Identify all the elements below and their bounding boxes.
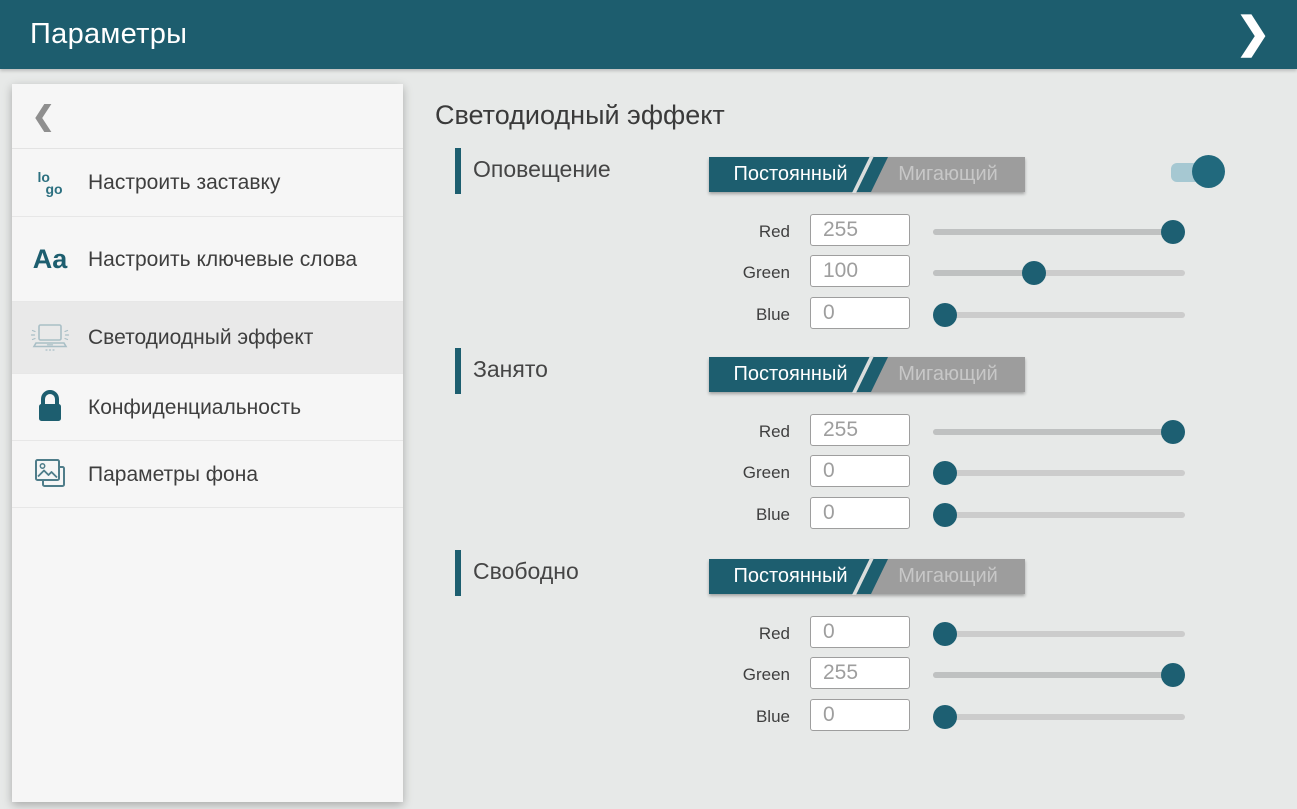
sidebar-item-label: Настроить заставку — [88, 169, 378, 196]
blue-value-input[interactable] — [810, 497, 910, 529]
green-slider[interactable] — [933, 455, 1185, 491]
sidebar-collapse-button[interactable]: ❮ — [12, 84, 403, 149]
sidebar-item-keywords[interactable]: Aa Настроить ключевые слова — [12, 217, 403, 302]
blue-label: Blue — [640, 297, 790, 333]
sidebar-item-led-effect[interactable]: Светодиодный эффект — [12, 302, 403, 374]
slider-knob[interactable] — [1161, 220, 1185, 244]
slider-track[interactable] — [933, 312, 1185, 318]
settings-sidebar: ❮ logo Настроить заставку Aa Настроить к… — [12, 84, 403, 802]
alert-enabled-toggle[interactable] — [1171, 155, 1229, 189]
rgb-row-red: Red — [640, 214, 1220, 250]
keywords-icon: Aa — [12, 244, 88, 275]
slider-knob[interactable] — [1161, 420, 1185, 444]
mode-segmented-control[interactable]: Мигающий Постоянный — [709, 357, 1025, 392]
slider-track[interactable] — [933, 714, 1185, 720]
section-accent-bar — [455, 148, 461, 194]
green-slider[interactable] — [933, 657, 1185, 693]
red-value-input[interactable] — [810, 414, 910, 446]
blue-slider[interactable] — [933, 699, 1185, 735]
slider-knob[interactable] — [933, 303, 957, 327]
slider-track[interactable] — [933, 512, 1185, 518]
sidebar-item-background[interactable]: Параметры фона — [12, 441, 403, 508]
segment-constant-label: Постоянный — [733, 363, 847, 386]
logo-icon: logo — [12, 171, 88, 195]
blue-slider[interactable] — [933, 497, 1185, 533]
rgb-row-green: Green — [640, 255, 1220, 291]
segment-constant-label: Постоянный — [733, 163, 847, 186]
rgb-row-blue: Blue — [640, 297, 1220, 333]
sidebar-item-label: Светодиодный эффект — [88, 324, 378, 351]
rgb-row-red: Red — [640, 414, 1220, 450]
section-title: Оповещение — [473, 156, 611, 183]
settings-screen: Параметры ❯ ❮ logo Настроить заставку Aa… — [0, 0, 1297, 809]
content-title: Светодиодный эффект — [435, 100, 725, 131]
red-label: Red — [640, 214, 790, 250]
sidebar-item-label: Конфиденциальность — [88, 394, 378, 421]
red-label: Red — [640, 414, 790, 450]
slider-knob[interactable] — [933, 503, 957, 527]
slider-knob[interactable] — [933, 705, 957, 729]
rgb-row-blue: Blue — [640, 699, 1220, 735]
back-chevron-icon: ❮ — [32, 101, 55, 132]
slider-knob[interactable] — [1022, 261, 1046, 285]
red-slider[interactable] — [933, 214, 1185, 250]
mode-segmented-control[interactable]: Мигающий Постоянный — [709, 157, 1025, 192]
slider-track[interactable] — [933, 470, 1185, 476]
red-value-input[interactable] — [810, 616, 910, 648]
segment-blinking-label: Мигающий — [871, 559, 1025, 594]
toggle-knob[interactable] — [1192, 155, 1225, 188]
page-title: Параметры — [30, 18, 187, 51]
led-display-icon — [12, 321, 88, 355]
red-slider[interactable] — [933, 616, 1185, 652]
blue-value-input[interactable] — [810, 699, 910, 731]
red-label: Red — [640, 616, 790, 652]
red-value-input[interactable] — [810, 214, 910, 246]
segment-blinking-label: Мигающий — [871, 157, 1025, 192]
green-label: Green — [640, 455, 790, 491]
slider-fill — [933, 672, 1173, 678]
rgb-row-red: Red — [640, 616, 1220, 652]
background-images-icon — [12, 454, 88, 494]
segment-constant-label: Постоянный — [733, 565, 847, 588]
green-label: Green — [640, 657, 790, 693]
sidebar-item-label: Настроить ключевые слова — [88, 246, 378, 273]
slider-fill — [933, 270, 1034, 276]
green-value-input[interactable] — [810, 657, 910, 689]
green-value-input[interactable] — [810, 455, 910, 487]
slider-knob[interactable] — [933, 622, 957, 646]
slider-fill — [933, 229, 1173, 235]
slider-fill — [933, 429, 1173, 435]
green-label: Green — [640, 255, 790, 291]
blue-slider[interactable] — [933, 297, 1185, 333]
section-accent-bar — [455, 550, 461, 596]
sidebar-item-privacy[interactable]: Конфиденциальность — [12, 374, 403, 441]
slider-knob[interactable] — [1161, 663, 1185, 687]
red-slider[interactable] — [933, 414, 1185, 450]
sidebar-item-splash-screen[interactable]: logo Настроить заставку — [12, 149, 403, 217]
lock-icon — [12, 388, 88, 426]
rgb-row-green: Green — [640, 657, 1220, 693]
rgb-row-green: Green — [640, 455, 1220, 491]
forward-chevron-icon[interactable]: ❯ — [1223, 0, 1283, 69]
segment-blinking-label: Мигающий — [871, 357, 1025, 392]
app-header: Параметры ❯ — [0, 0, 1297, 69]
green-slider[interactable] — [933, 255, 1185, 291]
slider-track[interactable] — [933, 631, 1185, 637]
section-title: Свободно — [473, 558, 579, 585]
blue-label: Blue — [640, 699, 790, 735]
slider-knob[interactable] — [933, 461, 957, 485]
green-value-input[interactable] — [810, 255, 910, 287]
section-title: Занято — [473, 356, 548, 383]
blue-label: Blue — [640, 497, 790, 533]
section-accent-bar — [455, 348, 461, 394]
blue-value-input[interactable] — [810, 297, 910, 329]
sidebar-item-label: Параметры фона — [88, 461, 378, 488]
mode-segmented-control[interactable]: Мигающий Постоянный — [709, 559, 1025, 594]
rgb-row-blue: Blue — [640, 497, 1220, 533]
